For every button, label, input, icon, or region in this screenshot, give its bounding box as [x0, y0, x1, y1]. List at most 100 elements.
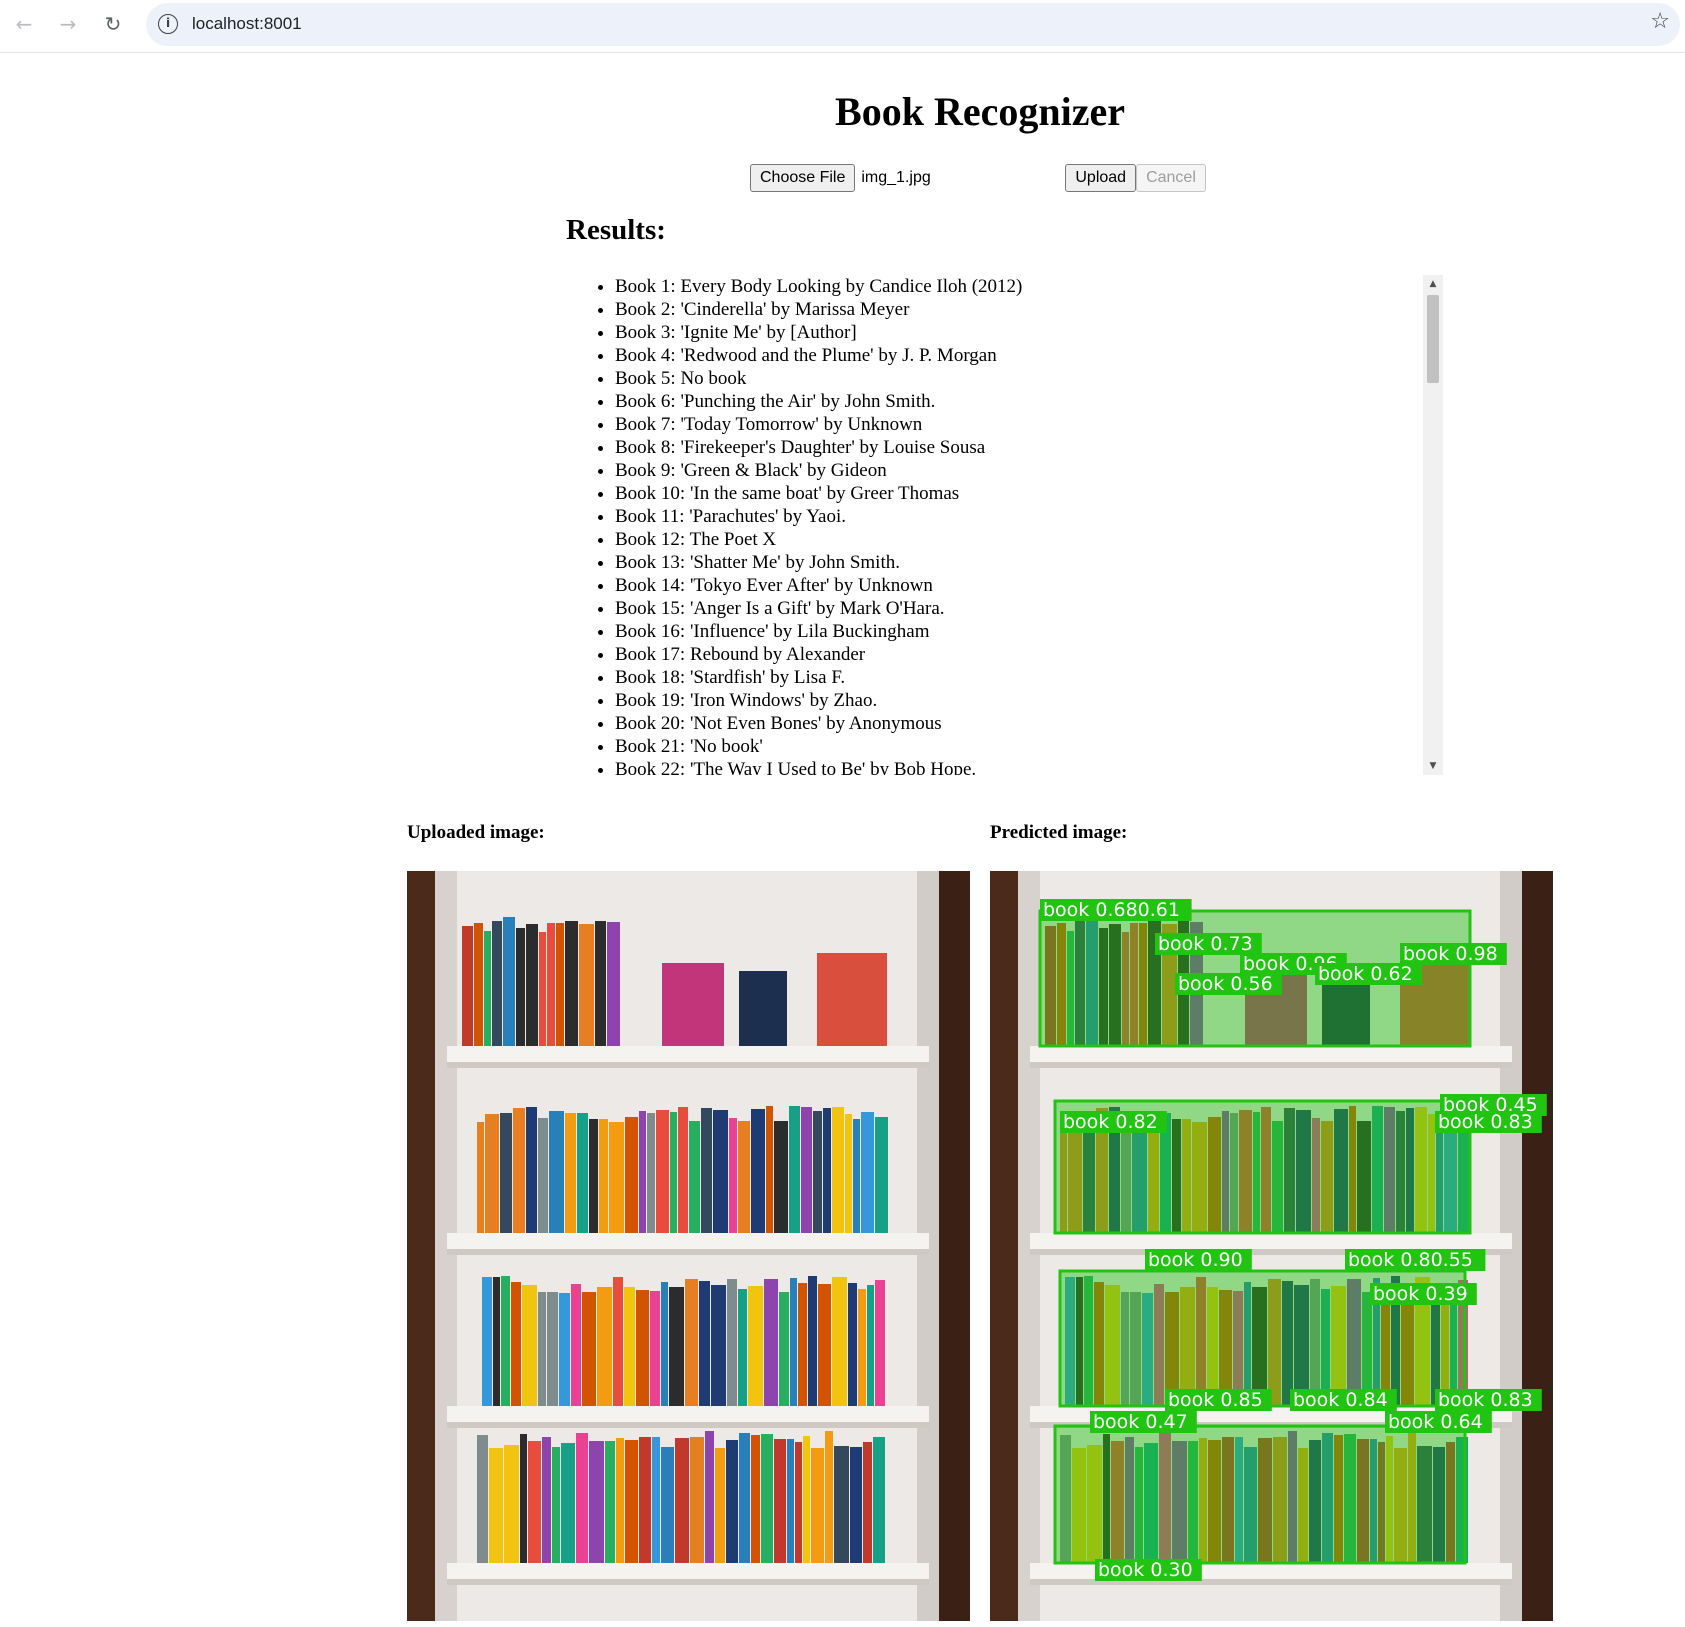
book-spine [774, 1121, 788, 1233]
book-spine [858, 1289, 866, 1406]
selected-file-name: img_1.jpg [861, 169, 931, 186]
book-spine [779, 1292, 789, 1406]
result-item: Book 1: Every Body Looking by Candice Il… [615, 275, 1443, 298]
result-item: Book 8: 'Firekeeper's Daughter' by Louis… [615, 436, 1443, 459]
scroll-down-arrow-icon[interactable]: ▼ [1423, 757, 1443, 775]
predicted-image-label: Predicted image: [990, 822, 1128, 843]
book-spine [875, 1117, 888, 1233]
book-spine [492, 921, 502, 1046]
book-spine [715, 1448, 725, 1563]
book-spine [511, 1282, 521, 1406]
book-spine [764, 1279, 778, 1406]
book-spine [670, 1112, 677, 1233]
svg-text:book 0.90: book 0.90 [1148, 1249, 1243, 1271]
book-spine [607, 922, 620, 1046]
reload-icon[interactable]: ↻ [97, 8, 129, 40]
book-spine [863, 1442, 872, 1563]
book-spine [661, 1282, 668, 1406]
detection-label: book 0.83 [1435, 1111, 1542, 1133]
result-item: Book 21: 'No book' [615, 735, 1443, 758]
result-item: Book 4: 'Redwood and the Plume' by J. P.… [615, 344, 1443, 367]
book-spine [738, 1121, 750, 1233]
url-text[interactable]: localhost:8001 [192, 14, 302, 34]
book-spine [559, 1293, 570, 1406]
address-bar[interactable]: i localhost:8001 ☆ [146, 3, 1680, 46]
book-spine [774, 1439, 786, 1563]
book-spine [576, 1433, 588, 1563]
book-spine [484, 931, 491, 1046]
results-scroll-area[interactable]: Book 1: Every Body Looking by Candice Il… [578, 275, 1443, 775]
result-item: Book 16: 'Influence' by Lila Buckingham [615, 620, 1443, 643]
info-icon[interactable]: i [158, 14, 178, 34]
book-spine [624, 1287, 635, 1406]
book-spine [873, 1437, 885, 1563]
book-cover [739, 971, 787, 1046]
book-spine [589, 1119, 598, 1233]
book-spine [705, 1431, 714, 1563]
result-item: Book 22: 'The Way I Used to Be' by Bob H… [615, 758, 1443, 775]
browser-toolbar: ← → ↻ i localhost:8001 ☆ [0, 0, 1685, 53]
book-spine [699, 1281, 710, 1406]
book-spine [823, 1108, 831, 1233]
result-item: Book 18: 'Stardfish' by Lisa F. [615, 666, 1443, 689]
book-spine [485, 1114, 499, 1233]
book-spine [751, 1109, 765, 1233]
scroll-up-arrow-icon[interactable]: ▲ [1423, 275, 1443, 293]
book-spine [656, 1110, 669, 1233]
svg-text:book 0.80.55: book 0.80.55 [1348, 1249, 1473, 1271]
shelf-board [447, 1046, 929, 1062]
book-spine [613, 1277, 623, 1406]
book-spine [542, 1437, 551, 1563]
forward-icon[interactable]: → [52, 8, 84, 40]
detection-box [1053, 1424, 1467, 1565]
detection-label: book 0.47 [1090, 1411, 1197, 1433]
predicted-image: book 0.680.61 book 0.73 book 0.96 book 0.62… [990, 871, 1553, 1621]
bookmark-star-icon[interactable]: ☆ [1650, 9, 1670, 34]
book-spine [689, 1121, 700, 1233]
book-spine [748, 1286, 763, 1406]
book-spine [875, 1280, 885, 1406]
book-spine [825, 1431, 833, 1563]
results-scrollbar[interactable]: ▲ ▼ [1423, 275, 1443, 775]
detection-label: book 0.85 [1165, 1389, 1272, 1411]
book-spine [751, 1435, 760, 1563]
book-spine [713, 1110, 728, 1233]
book-spine [526, 924, 538, 1046]
back-icon[interactable]: ← [8, 8, 40, 40]
book-cover [817, 953, 887, 1046]
book-spine [853, 1119, 860, 1233]
svg-text:book 0.39: book 0.39 [1373, 1283, 1468, 1305]
page-title: Book Recognizer [835, 89, 1125, 134]
svg-text:book 0.56: book 0.56 [1178, 973, 1273, 995]
detection-label: book 0.64 [1385, 1411, 1492, 1433]
book-spine [552, 1447, 560, 1563]
svg-text:book 0.73: book 0.73 [1158, 933, 1253, 955]
book-spine [803, 1436, 810, 1563]
scrollbar-thumb[interactable] [1427, 295, 1439, 383]
shelf-board [1030, 1233, 1512, 1249]
book-spine [801, 1107, 812, 1233]
book-spine [599, 1119, 608, 1233]
book-spine [726, 1440, 738, 1563]
detection-label: book 0.80.55 [1345, 1249, 1486, 1271]
book-spine [539, 932, 546, 1046]
book-spine [625, 1440, 638, 1563]
book-spine [504, 1445, 519, 1563]
book-spine [690, 1437, 704, 1563]
detection-label: book 0.83 [1435, 1389, 1542, 1411]
svg-text:book 0.47: book 0.47 [1093, 1411, 1188, 1433]
results-heading: Results: [566, 214, 666, 246]
book-spine [813, 1111, 822, 1233]
detection-label: book 0.62 [1315, 963, 1422, 985]
svg-text:book 0.85: book 0.85 [1168, 1389, 1263, 1411]
book-spine [789, 1106, 800, 1233]
detection-label: book 0.30 [1095, 1559, 1202, 1581]
upload-button[interactable]: Upload [1065, 164, 1137, 192]
book-spine [639, 1111, 646, 1233]
book-spine [595, 921, 606, 1046]
book-spine [832, 1277, 847, 1406]
book-spine [652, 1437, 660, 1563]
detection-label: book 0.680.61 [1040, 899, 1192, 921]
book-spine [571, 1284, 581, 1406]
choose-file-button[interactable]: Choose File [750, 164, 856, 192]
